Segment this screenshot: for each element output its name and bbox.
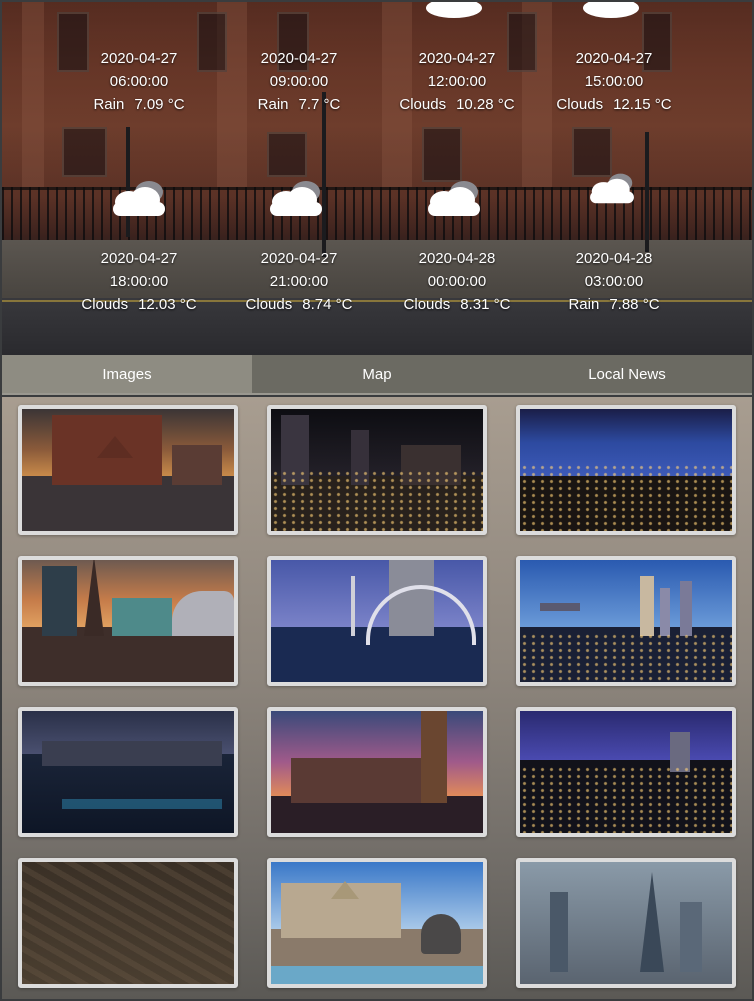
forecast-time: 18:00:00 <box>109 273 169 290</box>
forecast-temperature: 10.28 °C <box>456 96 515 113</box>
forecast-temperature: 8.74 °C <box>302 296 353 313</box>
forecast-time: 09:00:00 <box>269 73 329 90</box>
background-window <box>422 127 462 182</box>
forecast-condition: Clouds <box>245 296 293 313</box>
forecast-condition: Clouds <box>399 96 447 113</box>
forecast-temperature: 12.03 °C <box>138 296 197 313</box>
forecast-condition: Rain <box>568 296 600 313</box>
image-gallery <box>2 397 752 999</box>
gallery-image[interactable] <box>267 707 487 837</box>
forecast-time: 00:00:00 <box>427 273 487 290</box>
forecast-temperature: 7.88 °C <box>609 296 660 313</box>
forecast-condition: Clouds <box>403 296 451 313</box>
forecast-temperature: 12.15 °C <box>613 96 672 113</box>
gallery-image[interactable] <box>516 405 736 535</box>
forecast-condition: Rain <box>93 96 125 113</box>
cloud-icon <box>590 173 634 204</box>
forecast-date: 2020-04-27 <box>100 50 178 67</box>
forecast-item: 2020-04-28 00:00:00 Clouds 8.31 °C <box>382 247 532 316</box>
tab-images-label: Images <box>102 365 152 383</box>
forecast-item: 2020-04-27 06:00:00 Rain 7.09 °C <box>64 47 214 116</box>
background-pole <box>322 92 326 257</box>
tab-bar: Images Map Local News <box>2 355 752 395</box>
forecast-date: 2020-04-28 <box>575 250 653 267</box>
gallery-image[interactable] <box>267 405 487 535</box>
gallery-image[interactable] <box>516 707 736 837</box>
forecast-condition: Clouds <box>556 96 604 113</box>
background-pole <box>645 132 649 252</box>
gallery-image[interactable] <box>516 858 736 988</box>
cloud-icon <box>426 2 482 18</box>
forecast-item: 2020-04-27 21:00:00 Clouds 8.74 °C <box>224 247 374 316</box>
weather-forecast-panel: 2020-04-27 06:00:00 Rain 7.09 °C 2020-04-… <box>2 2 752 355</box>
forecast-temperature: 7.7 °C <box>298 96 341 113</box>
forecast-temperature: 8.31 °C <box>460 296 511 313</box>
gallery-image[interactable] <box>267 858 487 988</box>
background-window <box>62 127 107 177</box>
forecast-item: 2020-04-27 15:00:00 Clouds 12.15 °C <box>539 47 689 116</box>
cloud-icon <box>270 181 322 216</box>
forecast-date: 2020-04-27 <box>260 250 338 267</box>
tab-map[interactable]: Map <box>252 355 502 393</box>
forecast-item: 2020-04-28 03:00:00 Rain 7.88 °C <box>539 247 689 316</box>
forecast-condition: Rain <box>257 96 289 113</box>
forecast-time: 12:00:00 <box>427 73 487 90</box>
gallery-image[interactable] <box>18 556 238 686</box>
forecast-condition: Clouds <box>81 296 129 313</box>
tab-local-news[interactable]: Local News <box>502 355 752 393</box>
forecast-date: 2020-04-27 <box>100 250 178 267</box>
forecast-date: 2020-04-27 <box>575 50 653 67</box>
gallery-image[interactable] <box>18 858 238 988</box>
cloud-icon <box>113 181 165 216</box>
forecast-item: 2020-04-27 12:00:00 Clouds 10.28 °C <box>382 47 532 116</box>
gallery-image[interactable] <box>516 556 736 686</box>
cloud-icon <box>428 181 480 216</box>
forecast-time: 21:00:00 <box>269 273 329 290</box>
forecast-date: 2020-04-27 <box>418 50 496 67</box>
forecast-date: 2020-04-27 <box>260 50 338 67</box>
gallery-image[interactable] <box>18 707 238 837</box>
gallery-image[interactable] <box>18 405 238 535</box>
forecast-time: 03:00:00 <box>584 273 644 290</box>
forecast-date: 2020-04-28 <box>418 250 496 267</box>
forecast-temperature: 7.09 °C <box>134 96 185 113</box>
tab-images[interactable]: Images <box>2 355 252 393</box>
gallery-image[interactable] <box>267 556 487 686</box>
forecast-item: 2020-04-27 18:00:00 Clouds 12.03 °C <box>64 247 214 316</box>
tab-map-label: Map <box>362 365 392 383</box>
cloud-icon <box>583 2 639 18</box>
forecast-time: 15:00:00 <box>584 73 644 90</box>
tab-local-news-label: Local News <box>588 365 666 383</box>
background-window <box>267 132 307 177</box>
forecast-time: 06:00:00 <box>109 73 169 90</box>
background-building <box>22 2 44 187</box>
forecast-item: 2020-04-27 09:00:00 Rain 7.7 °C <box>224 47 374 116</box>
